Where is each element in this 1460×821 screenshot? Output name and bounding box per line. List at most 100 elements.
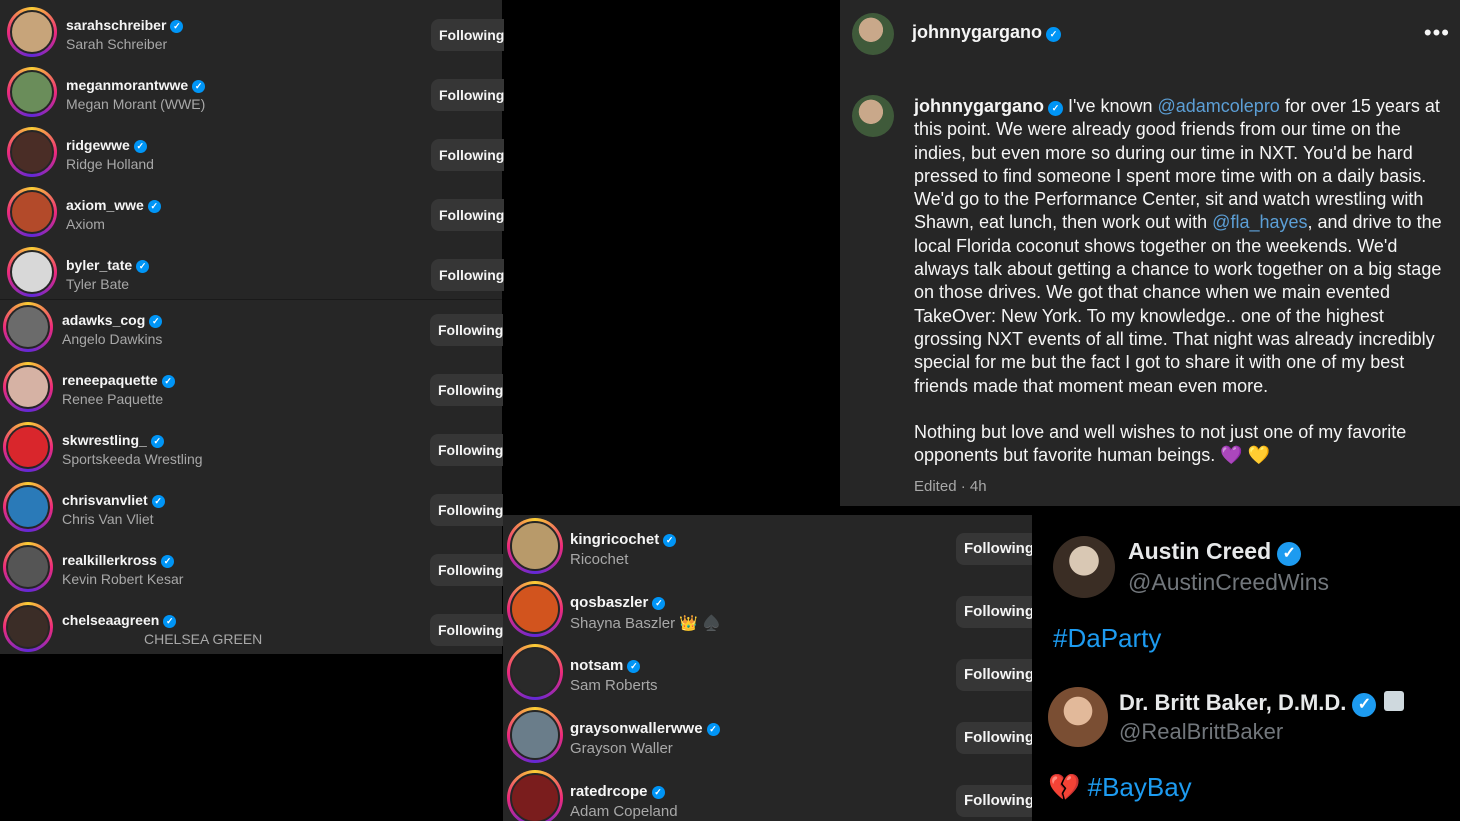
verified-icon: ✓ xyxy=(627,660,641,673)
tweet-1-name-text[interactable]: Austin Creed xyxy=(1128,538,1271,564)
more-options-icon[interactable]: ••• xyxy=(1424,20,1450,46)
avatar[interactable] xyxy=(7,67,57,117)
avatar[interactable] xyxy=(3,542,53,592)
username[interactable]: reneepaquette ✓ xyxy=(62,372,175,388)
following-button[interactable]: Following xyxy=(956,596,1034,628)
username-text[interactable]: skwrestling_ xyxy=(62,432,147,448)
full-name: Shayna Baszler 👑 ♠️ xyxy=(570,615,721,632)
list-item: adawks_cog ✓ Angelo Dawkins Following xyxy=(0,302,504,358)
full-name: Tyler Bate xyxy=(66,276,130,292)
post-author-avatar[interactable] xyxy=(852,95,894,137)
username-text[interactable]: byler_tate xyxy=(66,257,132,273)
list-item: realkillerkross ✓ Kevin Robert Kesar Follow… xyxy=(0,542,504,598)
tweet-1-avatar[interactable] xyxy=(1053,536,1115,598)
following-button[interactable]: Following xyxy=(956,533,1034,565)
username[interactable]: byler_tate ✓ xyxy=(66,257,150,273)
verified-icon: ✓ xyxy=(160,555,174,568)
post-author-username[interactable]: johnnygargano xyxy=(914,96,1044,116)
username-text[interactable]: realkillerkross xyxy=(62,552,157,568)
username-text[interactable]: ridgewwe xyxy=(66,137,130,153)
post-header-avatar[interactable] xyxy=(852,13,894,55)
username[interactable]: ridgewwe ✓ xyxy=(66,137,147,153)
username[interactable]: axiom_wwe ✓ xyxy=(66,197,161,213)
following-button[interactable]: Following xyxy=(431,199,505,231)
tweet-1-name[interactable]: Austin Creed ✓ xyxy=(1128,538,1302,566)
username-text[interactable]: adawks_cog xyxy=(62,312,145,328)
username-text[interactable]: notsam xyxy=(570,657,623,674)
full-name: Sportskeeda Wrestling xyxy=(62,451,203,467)
following-button[interactable]: Following xyxy=(430,614,504,646)
username[interactable]: ratedrcope ✓ xyxy=(570,783,665,800)
username[interactable]: sarahschreiber ✓ xyxy=(66,17,184,33)
following-button[interactable]: Following xyxy=(430,434,504,466)
username[interactable]: adawks_cog ✓ xyxy=(62,312,163,328)
username[interactable]: notsam ✓ xyxy=(570,657,641,674)
following-button[interactable]: Following xyxy=(956,785,1034,817)
avatar[interactable] xyxy=(7,7,57,57)
username[interactable]: realkillerkross ✓ xyxy=(62,552,174,568)
username[interactable]: chelseaagreen ✓ xyxy=(62,612,177,628)
following-button[interactable]: Following xyxy=(956,659,1034,691)
username-text[interactable]: ratedrcope xyxy=(570,783,648,800)
username[interactable]: graysonwallerwwe ✓ xyxy=(570,720,720,737)
username-text[interactable]: sarahschreiber xyxy=(66,17,166,33)
following-button[interactable]: Following xyxy=(431,259,505,291)
username[interactable]: chrisvanvliet ✓ xyxy=(62,492,165,508)
following-button[interactable]: Following xyxy=(431,139,505,171)
post-header-username[interactable]: johnnygargano ✓ xyxy=(912,22,1061,43)
list-item: chrisvanvliet ✓ Chris Van Vliet Following xyxy=(0,482,504,538)
username-text[interactable]: chelseaagreen xyxy=(62,612,159,628)
avatar[interactable] xyxy=(507,707,563,763)
username[interactable]: skwrestling_ ✓ xyxy=(62,432,164,448)
post-header-username-text[interactable]: johnnygargano xyxy=(912,22,1042,42)
username-text[interactable]: graysonwallerwwe xyxy=(570,720,703,737)
tweet-2-hashtag-text[interactable]: #BayBay xyxy=(1088,772,1192,802)
list-item: axiom_wwe ✓ Axiom Following xyxy=(0,187,505,243)
username-text[interactable]: axiom_wwe xyxy=(66,197,144,213)
avatar[interactable] xyxy=(3,482,53,532)
avatar[interactable] xyxy=(3,362,53,412)
following-button[interactable]: Following xyxy=(956,722,1034,754)
avatar[interactable] xyxy=(3,422,53,472)
caption-text: I've known xyxy=(1063,96,1158,116)
avatar[interactable] xyxy=(507,518,563,574)
username-text[interactable]: reneepaquette xyxy=(62,372,158,388)
avatar[interactable] xyxy=(3,602,53,652)
avatar[interactable] xyxy=(7,127,57,177)
username-text[interactable]: chrisvanvliet xyxy=(62,492,148,508)
username-text[interactable]: meganmorantwwe xyxy=(66,77,188,93)
verified-icon: ✓ xyxy=(1277,542,1302,566)
list-item: reneepaquette ✓ Renee Paquette Following xyxy=(0,362,504,418)
tweet-2-handle[interactable]: @RealBrittBaker xyxy=(1119,719,1283,745)
tweet-2-name-text[interactable]: Dr. Britt Baker, D.M.D. xyxy=(1119,690,1346,715)
following-button[interactable]: Following xyxy=(431,79,505,111)
avatar[interactable] xyxy=(507,581,563,637)
following-button[interactable]: Following xyxy=(430,374,504,406)
following-button[interactable]: Following xyxy=(431,19,505,51)
avatar[interactable] xyxy=(7,247,57,297)
mention-link[interactable]: @fla_hayes xyxy=(1212,212,1307,232)
avatar[interactable] xyxy=(3,302,53,352)
username[interactable]: meganmorantwwe ✓ xyxy=(66,77,206,93)
tweet-1-handle[interactable]: @AustinCreedWins xyxy=(1128,569,1329,596)
tweet-2-avatar[interactable] xyxy=(1048,687,1108,747)
following-list-panel-2: kingricochet ✓ Ricochet Following qosbaszler… xyxy=(503,515,1034,821)
avatar[interactable] xyxy=(7,187,57,237)
avatar[interactable] xyxy=(507,770,563,821)
verified-icon: ✓ xyxy=(149,315,163,328)
following-button[interactable]: Following xyxy=(430,314,504,346)
tweet-1-hashtag[interactable]: #DaParty xyxy=(1053,623,1161,654)
mention-link[interactable]: @adamcolepro xyxy=(1157,96,1279,116)
avatar[interactable] xyxy=(507,644,563,700)
tweet-2-hashtag[interactable]: 💔 #BayBay xyxy=(1048,772,1192,803)
following-button[interactable]: Following xyxy=(430,554,504,586)
username[interactable]: qosbaszler ✓ xyxy=(570,594,666,611)
verified-icon: ✓ xyxy=(1046,27,1061,42)
full-name: Kevin Robert Kesar xyxy=(62,571,184,587)
username-text[interactable]: kingricochet xyxy=(570,531,659,548)
tweet-2-name[interactable]: Dr. Britt Baker, D.M.D. ✓ xyxy=(1119,690,1405,717)
username[interactable]: kingricochet ✓ xyxy=(570,531,677,548)
username-text[interactable]: qosbaszler xyxy=(570,594,648,611)
caption-text: , and drive to the local Florida coconut… xyxy=(914,212,1442,396)
following-button[interactable]: Following xyxy=(430,494,504,526)
